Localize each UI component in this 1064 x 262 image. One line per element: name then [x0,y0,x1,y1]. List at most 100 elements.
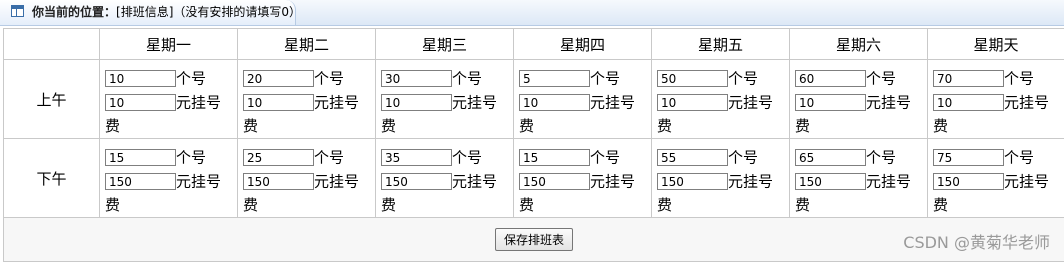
watermark: CSDN @黄菊华老师 [903,229,1050,253]
count-input[interactable] [795,70,866,87]
fee-unit-suffix: 费 [381,193,513,217]
fee-unit: 元挂号 [866,94,911,112]
count-unit: 个号 [590,70,620,88]
count-unit: 个号 [314,70,344,88]
fee-unit-suffix: 费 [519,193,651,217]
count-unit: 个号 [728,149,758,167]
count-unit: 个号 [314,149,344,167]
fee-unit-suffix: 费 [657,114,789,138]
fee-unit-suffix: 费 [795,114,927,138]
count-unit: 个号 [452,70,482,88]
schedule-cell: 个号元挂号费 [928,139,1064,218]
fee-input[interactable] [105,94,176,111]
schedule-cell: 个号元挂号费 [376,139,514,218]
day-header: 星期六 [790,29,928,60]
count-input[interactable] [243,70,314,87]
count-unit: 个号 [590,149,620,167]
fee-unit: 元挂号 [728,94,773,112]
location-tab: 你当前的位置：[排班信息]（没有安排的请填写0） [0,0,296,25]
fee-unit-suffix: 费 [243,114,375,138]
count-unit: 个号 [728,70,758,88]
slot-label: 上午 [4,60,100,139]
fee-unit-suffix: 费 [519,114,651,138]
day-header: 星期三 [376,29,514,60]
schedule-cell: 个号元挂号费 [100,60,238,139]
fee-input[interactable] [795,173,866,190]
fee-input[interactable] [519,173,590,190]
fee-input[interactable] [381,94,452,111]
breadcrumb: 你当前的位置：[排班信息]（没有安排的请填写0） [32,5,301,19]
fee-unit-suffix: 费 [657,193,789,217]
fee-unit: 元挂号 [728,173,773,191]
count-input[interactable] [657,149,728,166]
schedule-cell: 个号元挂号费 [652,60,790,139]
fee-unit: 元挂号 [590,173,635,191]
day-header: 星期天 [928,29,1064,60]
fee-input[interactable] [933,94,1004,111]
count-unit: 个号 [176,70,206,88]
fee-input[interactable] [933,173,1004,190]
count-unit: 个号 [176,149,206,167]
save-schedule-button[interactable]: 保存排班表 [495,228,573,251]
day-header: 星期五 [652,29,790,60]
schedule-cell: 个号元挂号费 [376,60,514,139]
fee-input[interactable] [243,94,314,111]
breadcrumb-location: [排班信息] [116,5,173,19]
fee-unit: 元挂号 [314,94,359,112]
fee-input[interactable] [243,173,314,190]
fee-unit-suffix: 费 [105,193,237,217]
schedule-cell: 个号元挂号费 [238,139,376,218]
count-unit: 个号 [1004,149,1034,167]
schedule-cell: 个号元挂号费 [928,60,1064,139]
count-input[interactable] [795,149,866,166]
schedule-cell: 个号元挂号费 [238,60,376,139]
fee-unit: 元挂号 [1004,94,1049,112]
breadcrumb-hint: （没有安排的请填写0） [173,5,301,19]
fee-unit: 元挂号 [1004,173,1049,191]
fee-input[interactable] [381,173,452,190]
count-input[interactable] [105,70,176,87]
count-input[interactable] [105,149,176,166]
count-input[interactable] [519,70,590,87]
fee-unit: 元挂号 [452,173,497,191]
fee-unit-suffix: 费 [105,114,237,138]
fee-input[interactable] [657,173,728,190]
count-input[interactable] [243,149,314,166]
count-input[interactable] [657,70,728,87]
fee-unit-suffix: 费 [933,114,1064,138]
fee-input[interactable] [519,94,590,111]
count-input[interactable] [381,70,452,87]
count-unit: 个号 [452,149,482,167]
corner-cell [4,29,100,60]
count-input[interactable] [519,149,590,166]
fee-input[interactable] [105,173,176,190]
breadcrumb-label: 你当前的位置： [32,5,116,19]
fee-unit: 元挂号 [176,94,221,112]
fee-unit-suffix: 费 [933,193,1064,217]
fee-unit-suffix: 费 [795,193,927,217]
fee-input[interactable] [795,94,866,111]
fee-unit: 元挂号 [314,173,359,191]
slot-row: 下午个号元挂号费个号元挂号费个号元挂号费个号元挂号费个号元挂号费个号元挂号费个号… [4,139,1064,218]
schedule-cell: 个号元挂号费 [514,60,652,139]
schedule-cell: 个号元挂号费 [514,139,652,218]
count-input[interactable] [933,149,1004,166]
slot-label: 下午 [4,139,100,218]
day-header: 星期二 [238,29,376,60]
slot-row: 上午个号元挂号费个号元挂号费个号元挂号费个号元挂号费个号元挂号费个号元挂号费个号… [4,60,1064,139]
schedule-cell: 个号元挂号费 [100,139,238,218]
fee-input[interactable] [657,94,728,111]
fee-unit: 元挂号 [590,94,635,112]
day-header: 星期四 [514,29,652,60]
header-row: 星期一星期二星期三星期四星期五星期六星期天 [4,29,1064,60]
schedule-cell: 个号元挂号费 [652,139,790,218]
count-input[interactable] [381,149,452,166]
fee-unit: 元挂号 [452,94,497,112]
fee-unit: 元挂号 [176,173,221,191]
count-input[interactable] [933,70,1004,87]
count-unit: 个号 [866,70,896,88]
fee-unit: 元挂号 [866,173,911,191]
fee-unit-suffix: 费 [381,114,513,138]
count-unit: 个号 [1004,70,1034,88]
count-unit: 个号 [866,149,896,167]
